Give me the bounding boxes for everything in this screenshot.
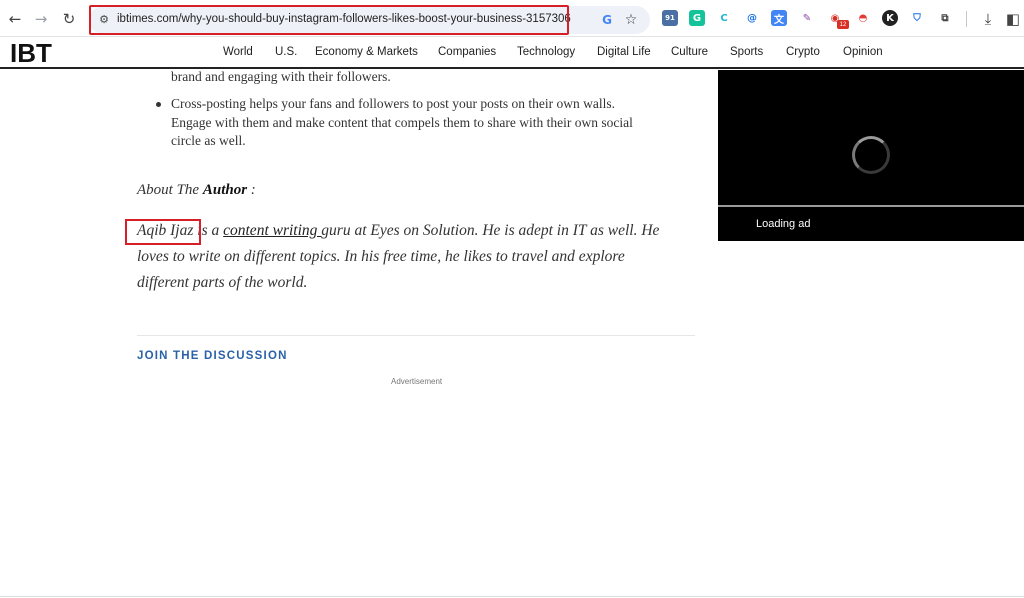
bookmark-star-icon[interactable]: ☆ [623, 12, 639, 28]
bullet-line-2: Engage with them and make content that c… [171, 115, 633, 130]
nav-opinion[interactable]: Opinion [843, 46, 883, 58]
nav-crypto[interactable]: Crypto [786, 46, 820, 58]
author-text-1: is a [193, 222, 224, 239]
shield-icon[interactable]: ⛉ [909, 10, 925, 26]
extension-badge: 12 [837, 20, 849, 29]
about-prefix: About The [137, 182, 203, 198]
grammarly-icon[interactable]: G [689, 10, 705, 26]
video-ad-panel[interactable]: Loading ad [718, 70, 1024, 241]
nav-sports[interactable]: Sports [730, 46, 763, 58]
site-logo[interactable]: IBT [10, 38, 52, 69]
bullet-continued-text: brand and engaging with their followers. [171, 69, 391, 84]
join-discussion-link[interactable]: JOIN THE DISCUSSION [137, 350, 288, 362]
side-panel-button[interactable]: ◧ [1003, 9, 1023, 29]
site-info-icon[interactable]: ⚙ [97, 12, 111, 26]
pokeball-icon[interactable]: ◓ [855, 10, 871, 26]
site-nav: IBT World U.S. Economy & Markets Compani… [0, 37, 1024, 69]
nav-world[interactable]: World [223, 46, 253, 58]
author-name: Aqib Ijaz [137, 222, 194, 239]
bullet-dot [156, 102, 161, 107]
nav-companies[interactable]: Companies [438, 46, 496, 58]
back-arrow-icon: ← [8, 10, 22, 28]
download-button[interactable]: ⤓ [978, 9, 998, 29]
loading-spinner-icon [852, 136, 890, 174]
url-text[interactable]: ibtimes.com/why-you-should-buy-instagram… [117, 13, 571, 25]
ad-progress-line [718, 205, 1024, 207]
browser-toolbar: ← → ↻ ⚙ ibtimes.com/why-you-should-buy-i… [0, 0, 1024, 37]
advertisement-label: Advertisement [391, 377, 443, 386]
pen-icon[interactable]: ✎ [799, 10, 815, 26]
toolbar-divider [966, 11, 967, 27]
bullet-line-3: circle as well. [171, 133, 246, 148]
nav-us[interactable]: U.S. [275, 46, 297, 58]
forward-arrow-icon: → [34, 10, 48, 28]
extension-c-icon[interactable]: C [716, 10, 732, 26]
k-extension-icon[interactable]: K [882, 10, 898, 26]
page-bottom-border [0, 596, 1024, 597]
reload-button[interactable]: ↻ [59, 9, 79, 29]
google-lens-icon[interactable]: G [599, 12, 615, 28]
address-bar[interactable]: ⚙ ibtimes.com/why-you-should-buy-instagr… [89, 6, 650, 34]
nav-technology[interactable]: Technology [517, 46, 575, 58]
nav-culture[interactable]: Culture [671, 46, 708, 58]
extension-91-icon[interactable]: 91 [662, 10, 678, 26]
content-writing-link[interactable]: content writing [223, 222, 321, 239]
about-suffix: : [247, 182, 256, 198]
translate-icon[interactable]: 文 [771, 10, 787, 26]
at-sign-icon[interactable]: @ [744, 10, 760, 26]
side-panel-icon: ◧ [1005, 10, 1021, 28]
loading-ad-text: Loading ad [756, 218, 811, 230]
about-author-heading: About The Author : [137, 182, 256, 199]
about-author-bold: Author [202, 182, 248, 198]
section-divider [137, 335, 695, 336]
author-bio-line-1: Aqib Ijaz is a content writing guru at E… [137, 222, 659, 240]
download-icon: ⤓ [984, 10, 992, 28]
author-text-2: guru at Eyes on Solution. He is adept in… [321, 222, 660, 239]
article-body: brand and engaging with their followers.… [0, 69, 718, 598]
author-bio-line-2: loves to write on different topics. In h… [137, 248, 625, 265]
nav-digital-life[interactable]: Digital Life [597, 46, 651, 58]
puzzle-extensions-icon[interactable]: ⧉ [937, 10, 953, 26]
author-bio-line-3: different parts of the world. [137, 274, 308, 291]
bullet-line-1: Cross-posting helps your fans and follow… [171, 96, 615, 111]
forward-button[interactable]: → [31, 9, 51, 29]
nav-economy-markets[interactable]: Economy & Markets [315, 46, 418, 58]
back-button[interactable]: ← [5, 9, 25, 29]
reload-icon: ↻ [62, 10, 76, 28]
